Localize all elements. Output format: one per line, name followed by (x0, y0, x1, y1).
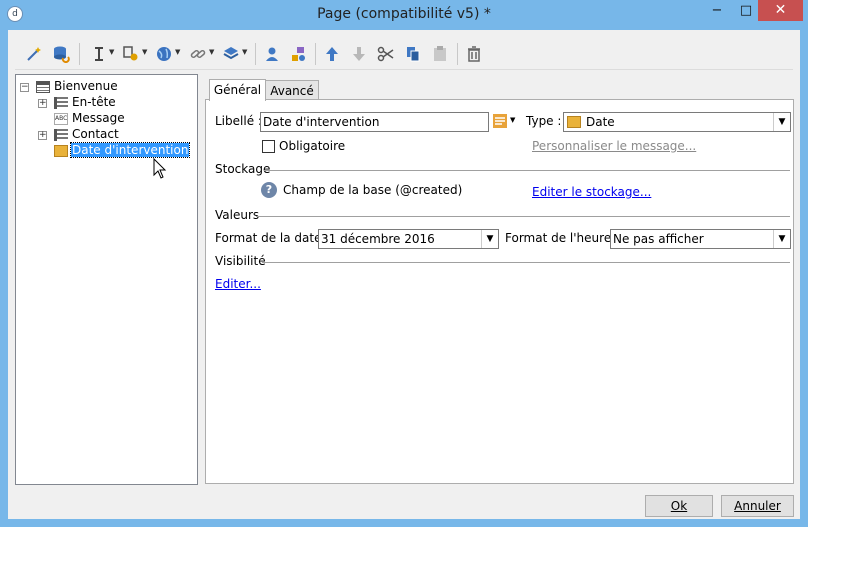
tree-item-bienvenue[interactable]: Bienvenue (54, 79, 118, 93)
wand-icon[interactable] (25, 45, 43, 63)
date-format-value: 31 décembre 2016 (321, 232, 435, 246)
tree-item-date-intervention[interactable]: Date d'intervention (69, 142, 191, 158)
window-title: Page (compatibilité v5) * (317, 6, 491, 22)
stack-icon[interactable] (222, 45, 240, 63)
help-icon: ? (261, 182, 277, 198)
database-sync-icon[interactable] (52, 45, 70, 64)
page-icon (36, 81, 50, 93)
text-cursor-icon[interactable] (90, 45, 108, 63)
date-format-select[interactable]: 31 décembre 2016 ▼ (318, 229, 499, 249)
date-icon (54, 145, 68, 157)
settings-icon[interactable] (122, 45, 140, 63)
mandatory-checkbox[interactable] (262, 140, 275, 153)
section-divider (256, 216, 790, 217)
type-caption: Type : (526, 114, 562, 128)
chevron-down-icon[interactable]: ▼ (510, 116, 515, 124)
visibility-section-title: Visibilité (215, 254, 266, 268)
chevron-down-icon[interactable]: ▼ (242, 48, 247, 56)
shapes-icon[interactable] (289, 45, 307, 63)
toolbar-separator (255, 43, 256, 65)
time-format-select[interactable]: Ne pas afficher ▼ (610, 229, 791, 249)
chevron-down-icon[interactable]: ▼ (175, 48, 180, 56)
arrow-up-icon[interactable] (323, 45, 341, 63)
toolbar: ▼ ▼ ▼ ▼ ▼ (15, 38, 793, 70)
person-icon[interactable] (263, 45, 281, 63)
cut-icon[interactable] (377, 45, 395, 63)
storage-section-title: Stockage (215, 162, 271, 176)
collapse-toggle[interactable]: − (20, 83, 29, 92)
ok-button[interactable]: Ok (645, 495, 713, 517)
values-section-title: Valeurs (215, 208, 260, 222)
globe-icon[interactable] (155, 45, 173, 63)
link-icon[interactable] (189, 45, 207, 63)
trash-icon[interactable] (465, 45, 483, 63)
date-format-caption: Format de la date : (215, 231, 330, 245)
minimize-button[interactable]: − (702, 0, 732, 21)
ok-button-label: Ok (670, 499, 688, 513)
chevron-down-icon[interactable]: ▼ (109, 48, 114, 56)
time-format-value: Ne pas afficher (613, 232, 704, 246)
edit-visibility-link[interactable]: Editer... (215, 277, 261, 291)
chevron-down-icon[interactable]: ▼ (773, 230, 790, 248)
format-text-icon[interactable] (493, 114, 507, 128)
cancel-button-label: Annuler (734, 499, 781, 513)
mouse-cursor-icon (153, 157, 167, 180)
toolbar-separator (315, 43, 316, 65)
chevron-down-icon[interactable]: ▼ (209, 48, 214, 56)
mandatory-label: Obligatoire (279, 139, 346, 153)
arrow-down-icon[interactable] (350, 45, 368, 63)
label-caption: Libellé : (215, 114, 262, 128)
time-format-caption: Format de l'heure : (505, 231, 620, 245)
dialog-window: d Page (compatibilité v5) * − □ ✕ ▼ ▼ ▼ … (0, 0, 808, 527)
tree-item-en-tete[interactable]: En-tête (72, 95, 116, 109)
section-divider (264, 170, 790, 171)
dialog-client: ▼ ▼ ▼ ▼ ▼ − Bienvenue + En-tête ABC Mess… (8, 30, 800, 519)
title-bar[interactable]: d Page (compatibilité v5) * − □ ✕ (0, 0, 808, 30)
date-icon (567, 116, 581, 128)
expand-toggle[interactable]: + (38, 131, 47, 140)
cancel-button[interactable]: Annuler (721, 495, 794, 517)
close-button[interactable]: ✕ (758, 0, 803, 21)
edit-storage-link[interactable]: Editer le stockage... (532, 185, 651, 199)
toolbar-separator (457, 43, 458, 65)
chevron-down-icon[interactable]: ▼ (773, 113, 790, 131)
type-select-value: Date (586, 115, 615, 129)
section-divider (262, 262, 790, 263)
tab-avance[interactable]: Avancé (265, 80, 319, 100)
container-icon (54, 97, 68, 109)
chevron-down-icon[interactable]: ▼ (142, 48, 147, 56)
customize-message-link[interactable]: Personnaliser le message... (532, 139, 696, 153)
storage-text: Champ de la base (@created) (283, 183, 463, 197)
maximize-button[interactable]: □ (731, 0, 761, 21)
toolbar-separator (79, 43, 80, 65)
type-select[interactable]: Date ▼ (563, 112, 791, 132)
expand-toggle[interactable]: + (38, 99, 47, 108)
container-icon (54, 129, 68, 141)
tree-item-contact[interactable]: Contact (72, 127, 119, 141)
paste-icon[interactable] (431, 45, 449, 63)
label-input[interactable]: Date d'intervention (260, 112, 489, 132)
page-tree[interactable]: − Bienvenue + En-tête ABC Message + Cont… (15, 74, 198, 485)
tree-item-message[interactable]: Message (72, 111, 125, 125)
tab-general[interactable]: Général (209, 79, 266, 101)
general-panel: Libellé : Date d'intervention ▼ Type : D… (205, 99, 794, 484)
text-icon: ABC (54, 113, 68, 125)
chevron-down-icon[interactable]: ▼ (481, 230, 498, 248)
copy-icon[interactable] (404, 45, 422, 63)
